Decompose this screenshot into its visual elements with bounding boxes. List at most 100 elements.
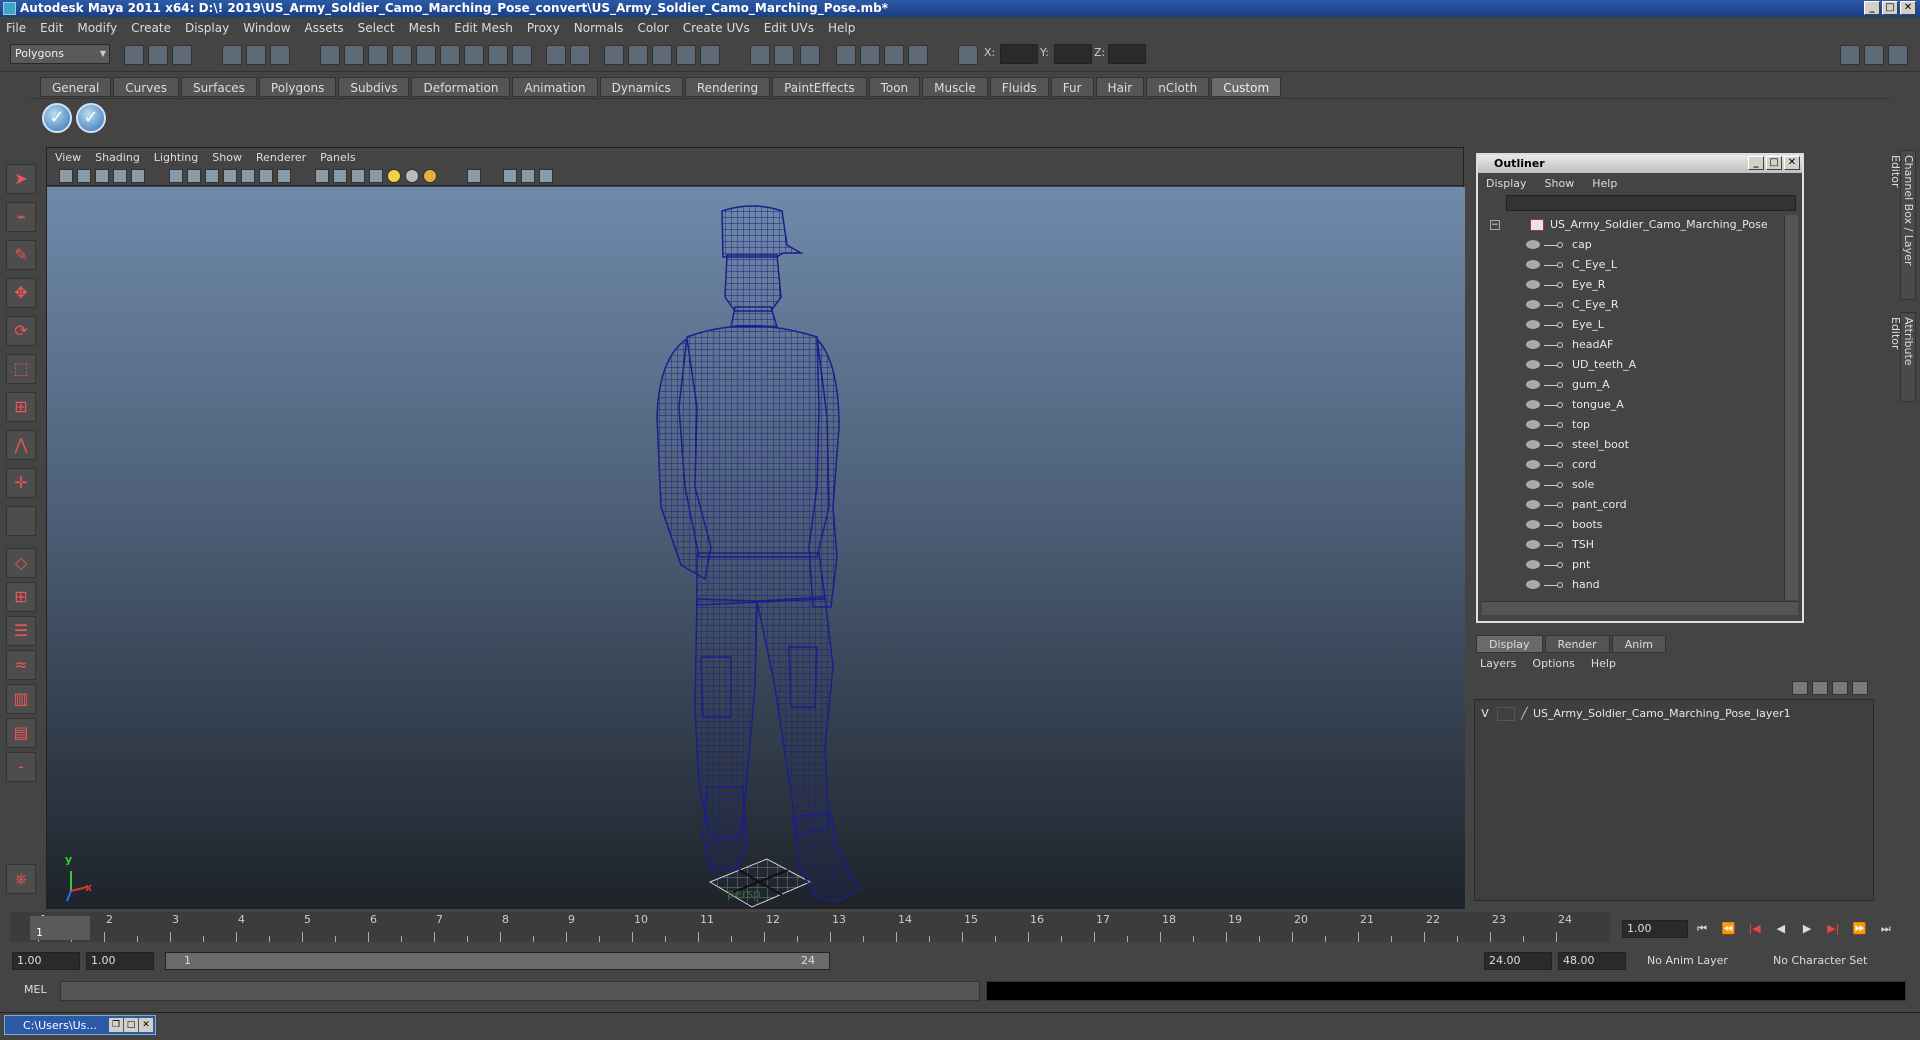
- persp-graph-layout-icon[interactable]: ▤: [6, 718, 36, 748]
- close-icon[interactable]: ✕: [139, 1018, 153, 1032]
- show-hide-tool-settings-icon[interactable]: [1864, 45, 1884, 65]
- viewport-menu-show[interactable]: Show: [212, 151, 242, 164]
- maximize-icon[interactable]: □: [124, 1018, 138, 1032]
- four-pane-layout-icon[interactable]: ⊞: [6, 582, 36, 612]
- absolute-transform-icon[interactable]: [958, 45, 978, 65]
- bookmark-icon[interactable]: [95, 169, 109, 183]
- outliner-item[interactable]: top: [1482, 415, 1782, 435]
- smooth-shade-icon[interactable]: [187, 169, 201, 183]
- shaded-wire-icon[interactable]: [205, 169, 219, 183]
- shelf-tab-curves[interactable]: Curves: [113, 77, 179, 97]
- menu-create[interactable]: Create: [131, 21, 171, 35]
- select-object-icon[interactable]: [246, 45, 266, 65]
- command-input-field[interactable]: [60, 981, 980, 1001]
- universal-manipulator-icon[interactable]: ⊞: [6, 392, 36, 422]
- playback-end-field[interactable]: 24.00: [1484, 952, 1552, 970]
- snap-point-icon[interactable]: [652, 45, 672, 65]
- viewport-canvas[interactable]: y x persp: [47, 187, 1465, 909]
- outliner-item[interactable]: Eye_L: [1482, 315, 1782, 335]
- pick-handles-icon[interactable]: [320, 45, 340, 65]
- show-hide-attribute-editor-icon[interactable]: [1840, 45, 1860, 65]
- outliner-item[interactable]: cap: [1482, 235, 1782, 255]
- restore-icon[interactable]: ❐: [109, 1018, 123, 1032]
- viewport-menu-view[interactable]: View: [55, 151, 81, 164]
- menu-create-uvs[interactable]: Create UVs: [683, 21, 750, 35]
- outliner-minimize-button[interactable]: _: [1748, 156, 1764, 170]
- film-gate-icon[interactable]: [503, 169, 517, 183]
- construction-history-icon[interactable]: [800, 45, 820, 65]
- move-tool-icon[interactable]: ✥: [6, 278, 36, 308]
- outliner-item[interactable]: sole: [1482, 475, 1782, 495]
- shelf-tab-general[interactable]: General: [40, 77, 112, 97]
- outliner-vertical-scrollbar[interactable]: [1784, 215, 1798, 600]
- outliner-item[interactable]: headAF: [1482, 335, 1782, 355]
- outliner-item[interactable]: pant_cord: [1482, 495, 1782, 515]
- camera-attributes-icon[interactable]: [77, 169, 91, 183]
- minimized-window-item[interactable]: C:\Users\Us... ❐ □ ✕: [4, 1015, 156, 1035]
- shelf-tab-fluids[interactable]: Fluids: [989, 77, 1049, 97]
- menu-color[interactable]: Color: [637, 21, 668, 35]
- snap-view-plane-icon[interactable]: [676, 45, 696, 65]
- outliner-item[interactable]: cord: [1482, 455, 1782, 475]
- render-settings-icon[interactable]: [884, 45, 904, 65]
- shelf-tab-hair[interactable]: Hair: [1095, 77, 1145, 97]
- shelf-tab-animation[interactable]: Animation: [512, 77, 598, 97]
- checkmark-shelf-icon[interactable]: ✓: [76, 103, 106, 133]
- outliner-menu-show[interactable]: Show: [1545, 177, 1575, 190]
- hypershade-layout-icon[interactable]: ▥: [6, 684, 36, 714]
- pick-surfaces-icon[interactable]: [392, 45, 412, 65]
- shelf-tab-subdivs[interactable]: Subdivs: [338, 77, 410, 97]
- outliner-root-item[interactable]: − US_Army_Soldier_Camo_Marching_Pose: [1482, 215, 1782, 235]
- shelf-tab-deformation[interactable]: Deformation: [411, 77, 511, 97]
- xray-icon[interactable]: [277, 169, 291, 183]
- shelf-tab-rendering[interactable]: Rendering: [684, 77, 771, 97]
- menu-window[interactable]: Window: [243, 21, 290, 35]
- playback-start-field[interactable]: 1.00: [86, 952, 154, 970]
- channel-box-tab[interactable]: Channel Box / Layer Editor: [1889, 150, 1916, 300]
- anim-layer-dropdown[interactable]: No Anim Layer: [1642, 952, 1752, 970]
- range-slider-bar[interactable]: [166, 953, 829, 969]
- shelf-tab-toon[interactable]: Toon: [868, 77, 921, 97]
- step-back-frame-button[interactable]: |◀: [1747, 921, 1763, 937]
- outliner-maximize-button[interactable]: □: [1766, 156, 1782, 170]
- safe-action-icon[interactable]: [539, 169, 553, 183]
- snap-curve-icon[interactable]: [628, 45, 648, 65]
- selected-light-icon[interactable]: [423, 169, 437, 183]
- menu-edit-uvs[interactable]: Edit UVs: [764, 21, 814, 35]
- outliner-item[interactable]: pnt: [1482, 555, 1782, 575]
- input-ops-icon[interactable]: [750, 45, 770, 65]
- menu-modify[interactable]: Modify: [77, 21, 117, 35]
- last-tool-icon[interactable]: [6, 506, 36, 536]
- mode-selector[interactable]: Polygons: [10, 44, 110, 64]
- lock-selection-icon[interactable]: [546, 45, 566, 65]
- range-slider[interactable]: 1 24: [165, 952, 830, 970]
- create-layer-from-selected-icon[interactable]: [1812, 681, 1828, 695]
- outliner-horizontal-scrollbar[interactable]: [1482, 601, 1798, 615]
- layer-visibility-toggle[interactable]: V: [1477, 706, 1493, 722]
- grid-toggle-icon[interactable]: [131, 169, 145, 183]
- layer-menu-layers[interactable]: Layers: [1480, 657, 1516, 670]
- go-to-start-button[interactable]: ⏮: [1694, 921, 1710, 937]
- shelf-tab-fur[interactable]: Fur: [1050, 77, 1094, 97]
- y-field[interactable]: [1054, 44, 1092, 64]
- soldier-wireframe-model[interactable]: [47, 187, 1465, 909]
- shadows-icon[interactable]: [259, 169, 273, 183]
- select-tool-icon[interactable]: ➤: [6, 164, 36, 194]
- outliner-filter-field[interactable]: [1506, 195, 1796, 211]
- current-frame-field[interactable]: 1.00: [1622, 920, 1688, 938]
- layout-options-icon[interactable]: -: [6, 752, 36, 782]
- menu-proxy[interactable]: Proxy: [527, 21, 560, 35]
- menu-select[interactable]: Select: [358, 21, 395, 35]
- animation-start-field[interactable]: 1.00: [12, 952, 80, 970]
- wireframe-icon[interactable]: [169, 169, 183, 183]
- outliner-item[interactable]: gum_A: [1482, 375, 1782, 395]
- expand-collapse-icon[interactable]: −: [1490, 220, 1500, 230]
- command-language-label[interactable]: MEL: [24, 983, 47, 996]
- checkmark-shelf-icon[interactable]: ✓: [42, 103, 72, 133]
- menu-edit-mesh[interactable]: Edit Mesh: [454, 21, 513, 35]
- scale-tool-icon[interactable]: ⬚: [6, 354, 36, 384]
- outliner-item[interactable]: boots: [1482, 515, 1782, 535]
- step-back-key-button[interactable]: ⏪: [1720, 921, 1736, 937]
- lasso-tool-icon[interactable]: ⌁: [6, 202, 36, 232]
- step-forward-frame-button[interactable]: ▶|: [1825, 921, 1841, 937]
